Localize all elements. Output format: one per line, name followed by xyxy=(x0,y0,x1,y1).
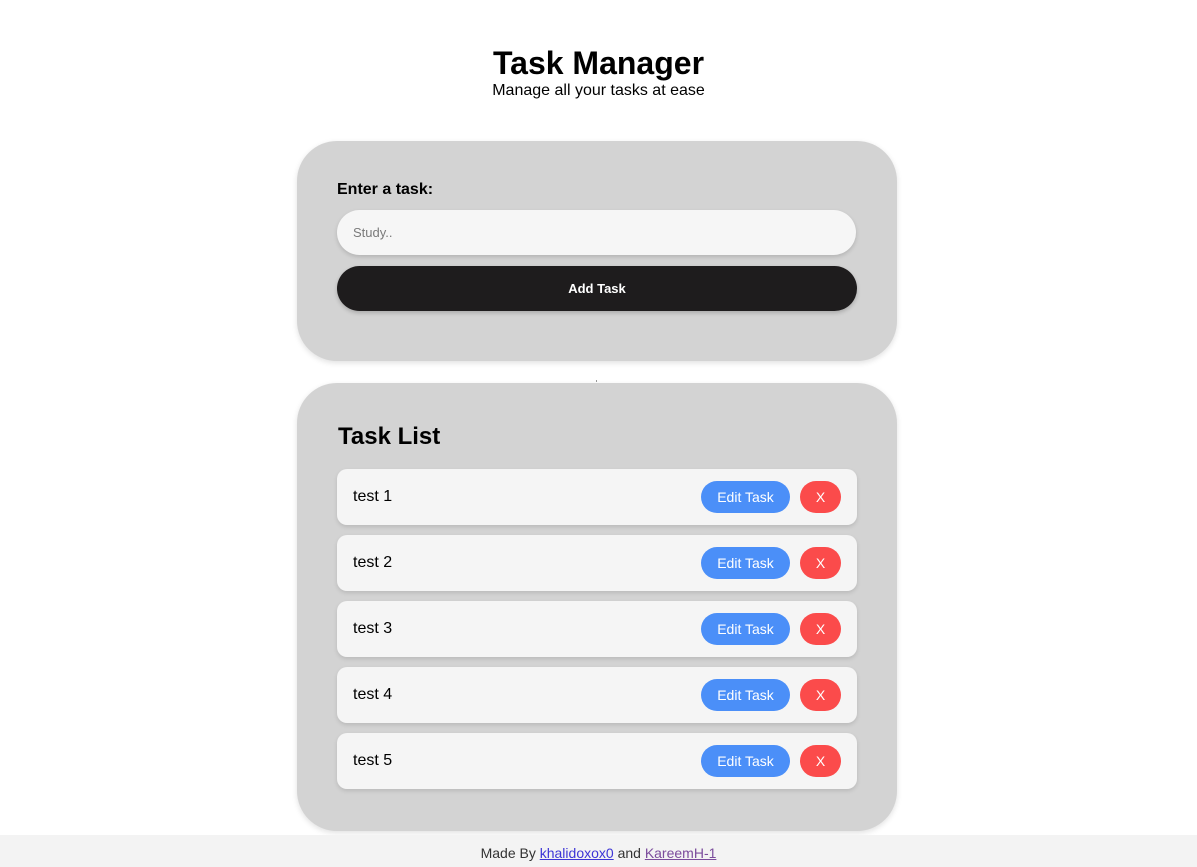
edit-task-button[interactable]: Edit Task xyxy=(701,679,790,711)
task-text: test 5 xyxy=(353,752,393,769)
task-list-card: Task List test 1 Edit Task X test 2 Edit… xyxy=(297,383,897,831)
task-item: test 4 Edit Task X xyxy=(337,667,857,723)
task-text: test 1 xyxy=(353,488,393,505)
task-list-title: Task List xyxy=(338,423,441,450)
edit-task-button[interactable]: Edit Task xyxy=(701,547,790,579)
author-link-khalidoxox0[interactable]: khalidoxox0 xyxy=(540,845,614,861)
delete-task-button[interactable]: X xyxy=(800,613,841,645)
footer: Made By khalidoxox0 and KareemH-1 xyxy=(0,835,1197,867)
task-text: test 3 xyxy=(353,620,393,637)
edit-task-button[interactable]: Edit Task xyxy=(701,481,790,513)
delete-task-button[interactable]: X xyxy=(800,745,841,777)
task-item: test 1 Edit Task X xyxy=(337,469,857,525)
delete-task-button[interactable]: X xyxy=(800,481,841,513)
task-item: test 5 Edit Task X xyxy=(337,733,857,789)
edit-task-button[interactable]: Edit Task xyxy=(701,745,790,777)
page: Task Manager Manage all your tasks at ea… xyxy=(0,0,1197,867)
task-item: test 2 Edit Task X xyxy=(337,535,857,591)
page-subtitle: Manage all your tasks at ease xyxy=(492,82,705,99)
footer-joiner: and xyxy=(617,845,641,861)
page-title: Task Manager xyxy=(492,45,705,81)
task-input-label: Enter a task: xyxy=(337,181,434,198)
add-task-button[interactable]: Add Task xyxy=(337,266,857,311)
task-list: test 1 Edit Task X test 2 Edit Task X te… xyxy=(337,469,857,789)
divider xyxy=(596,380,597,382)
delete-task-button[interactable]: X xyxy=(800,679,841,711)
task-text: test 2 xyxy=(353,554,393,571)
page-header: Task Manager Manage all your tasks at ea… xyxy=(0,44,1197,100)
edit-task-button[interactable]: Edit Task xyxy=(701,613,790,645)
task-text: test 4 xyxy=(353,686,393,703)
footer-prefix: Made By xyxy=(480,845,536,861)
task-input[interactable] xyxy=(337,210,856,255)
delete-task-button[interactable]: X xyxy=(800,547,841,579)
task-item: test 3 Edit Task X xyxy=(337,601,857,657)
author-link-kareemh-1[interactable]: KareemH-1 xyxy=(645,845,717,861)
add-task-card: Enter a task: Add Task xyxy=(297,141,897,361)
